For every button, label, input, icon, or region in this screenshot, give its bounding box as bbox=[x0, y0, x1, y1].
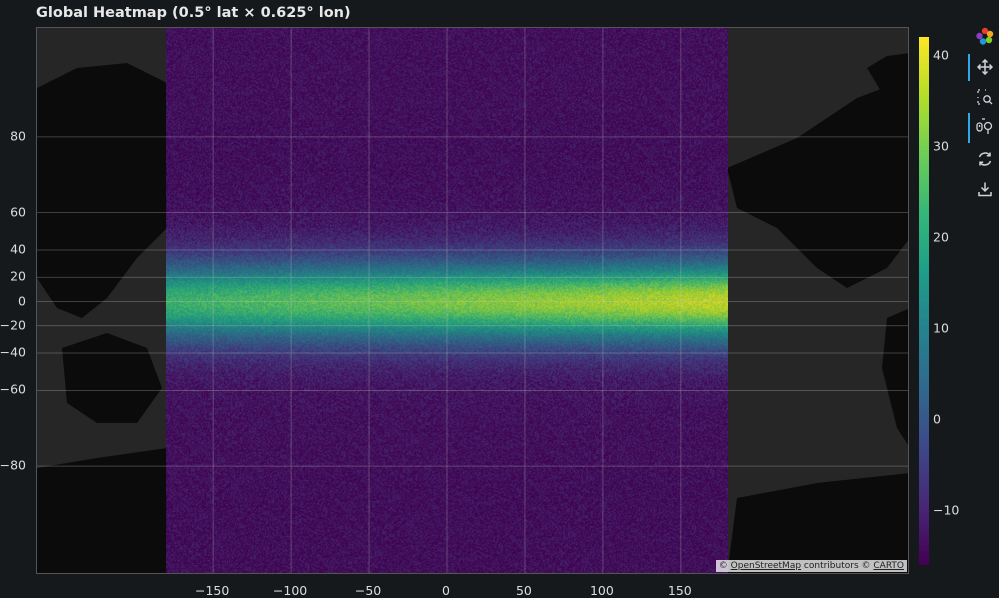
map-attribution: © OpenStreetMap contributors © CARTO bbox=[715, 560, 907, 572]
colorbar-tick-label: 0 bbox=[933, 411, 941, 427]
pan-icon[interactable] bbox=[976, 58, 994, 76]
colorbar-tick-label: 30 bbox=[933, 138, 949, 154]
x-tick-label: −50 bbox=[354, 583, 382, 598]
colorbar bbox=[919, 37, 929, 565]
y-tick-label: 40 bbox=[10, 241, 26, 257]
pan-active-indicator bbox=[968, 54, 970, 81]
y-tick-label: 80 bbox=[10, 128, 26, 144]
y-tick-label: −60 bbox=[0, 381, 26, 397]
y-tick-label: −20 bbox=[0, 317, 26, 333]
bokeh-logo-icon[interactable] bbox=[976, 27, 994, 45]
x-tick-label: −100 bbox=[272, 583, 308, 598]
colorbar-tick-label: 10 bbox=[933, 320, 949, 336]
x-tick-label: 50 bbox=[515, 583, 532, 598]
box-zoom-icon[interactable] bbox=[976, 88, 994, 106]
x-tick-label: −150 bbox=[194, 583, 230, 598]
plot-area[interactable]: © OpenStreetMap contributors © CARTO bbox=[36, 27, 909, 574]
chart-title: Global Heatmap (0.5° lat × 0.625° lon) bbox=[36, 5, 351, 21]
carto-link[interactable]: CARTO bbox=[873, 561, 904, 571]
colorbar-tick-label: 20 bbox=[933, 229, 949, 245]
y-tick-label: −80 bbox=[0, 457, 26, 473]
grid-lines bbox=[37, 28, 908, 573]
wheel-zoom-active-indicator bbox=[968, 113, 970, 143]
colorbar-tick-label: −10 bbox=[933, 502, 960, 518]
y-tick-label: 0 bbox=[18, 293, 26, 308]
x-tick-label: 0 bbox=[442, 583, 450, 598]
attribution-middle: contributors © bbox=[801, 561, 874, 571]
x-tick-label: 100 bbox=[589, 583, 614, 598]
y-tick-label: 20 bbox=[10, 268, 26, 284]
toolbar bbox=[966, 24, 999, 204]
y-tick-label: −40 bbox=[0, 344, 26, 360]
wheel-zoom-icon[interactable] bbox=[976, 118, 994, 136]
x-tick-label: 150 bbox=[667, 583, 692, 598]
attribution-prefix: © bbox=[718, 561, 731, 571]
colorbar-tick-label: 40 bbox=[933, 47, 949, 63]
reset-icon[interactable] bbox=[976, 150, 994, 168]
y-tick-label: 60 bbox=[10, 204, 26, 220]
osm-link[interactable]: OpenStreetMap bbox=[731, 561, 801, 571]
save-icon[interactable] bbox=[976, 180, 994, 198]
